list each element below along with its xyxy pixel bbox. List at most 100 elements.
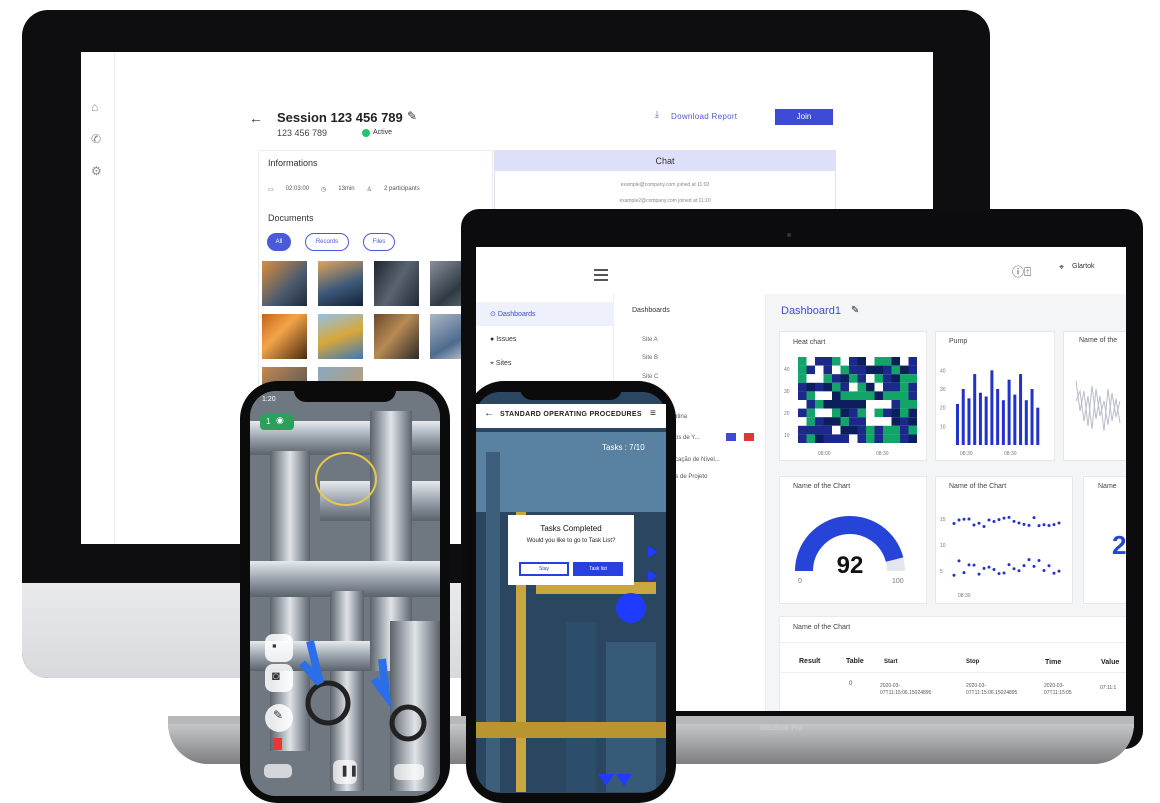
scatter-point [972, 563, 976, 567]
plant-photo [476, 392, 666, 793]
heatmap-cell [891, 425, 900, 435]
heatmap-cell [874, 357, 883, 366]
heatmap-cell [832, 434, 841, 443]
gear-icon[interactable]: ⚙ [91, 164, 102, 178]
heatmap-cell [832, 374, 841, 383]
heatmap-cell [815, 357, 824, 366]
nav-dashboards[interactable]: ⊙ Dashboards [490, 310, 536, 318]
scatter-point [1002, 571, 1006, 575]
back-arrow-icon[interactable]: ← [249, 110, 263, 126]
task-list-button[interactable]: Task list [573, 562, 623, 576]
heatmap-cell [798, 434, 807, 443]
heatmap-cell [874, 374, 883, 383]
gauge-min: 0 [798, 578, 802, 585]
nav-issues[interactable]: ● Issues [490, 336, 516, 343]
site-item[interactable]: Site B [642, 355, 658, 361]
document-thumbnail[interactable] [374, 314, 419, 359]
kpi-value: 2 [1112, 530, 1126, 560]
delete-badge-icon[interactable] [744, 433, 754, 441]
pencil-icon: ✎ [273, 708, 284, 722]
heatmap-cell [849, 400, 858, 409]
edit-badge-icon[interactable] [726, 433, 736, 441]
heatmap-cell [857, 374, 866, 383]
nav-dashboards-label: Dashboards [497, 311, 536, 318]
nav-sites[interactable]: ⌖ Sites [490, 360, 511, 368]
info-icon[interactable]: ⓘ⍐ [1012, 263, 1031, 280]
y-tick-label: 10 [940, 543, 946, 549]
menu-icon[interactable] [594, 269, 608, 281]
phone-right-screen [476, 392, 666, 793]
heatmap-cell [840, 434, 849, 443]
document-thumbnail[interactable] [318, 261, 363, 306]
bar [1001, 400, 1005, 445]
home-icon[interactable]: ⌂ [91, 100, 98, 114]
heatmap-cell [832, 408, 841, 418]
scatter-point [977, 572, 981, 576]
heatmap-cell [815, 400, 824, 409]
divider [779, 672, 1126, 673]
table-cell: 2020-03-07T11:15:06.15024895 [880, 683, 932, 696]
filter-files[interactable]: Files [363, 233, 395, 251]
x-tick-label: 08:30 [960, 451, 973, 457]
scatter-point [1047, 524, 1051, 528]
heatmap-cell [806, 382, 815, 392]
info-date: 02:03:00 [285, 186, 310, 192]
download-report-button[interactable]: Download Report [671, 112, 737, 121]
pipe [486, 452, 500, 792]
chat-message: example2@company.com joined at 11:10 [619, 198, 711, 204]
hangup-button[interactable] [394, 764, 424, 780]
y-tick-label: 10 [940, 424, 946, 430]
document-thumbnail[interactable] [262, 261, 307, 306]
bar [1007, 379, 1011, 445]
menu-icon[interactable]: ≡ [650, 408, 656, 419]
heatmap-cell [806, 434, 815, 443]
site-item[interactable]: Site A [642, 337, 658, 343]
heatmap-cell [866, 434, 875, 443]
scatter-point [962, 517, 966, 521]
color-swatch-icon[interactable] [273, 738, 282, 750]
heatmap-cell [798, 417, 807, 426]
heatmap-cell [866, 408, 875, 418]
heatmap-cell [900, 425, 909, 435]
heatmap-cell [891, 417, 900, 426]
heatmap-cell [900, 357, 909, 366]
scatter-point [1022, 522, 1026, 526]
site-item[interactable]: Site C [642, 374, 658, 380]
heatmap-cell [815, 417, 824, 426]
back-arrow-icon[interactable]: ← [484, 408, 494, 419]
scatter-point [952, 521, 956, 525]
documents-title: Documents [268, 213, 314, 223]
edit-pencil-icon[interactable]: ✎ [407, 109, 417, 123]
heatmap-cell [883, 357, 892, 366]
desktop-sidebar: ⌂ ✆ ⚙ [81, 52, 115, 544]
eye-badge-count: 1 [266, 417, 271, 426]
scatter-point [977, 521, 981, 525]
document-thumbnail[interactable] [374, 261, 419, 306]
edit-pencil-icon[interactable]: ✎ [851, 305, 859, 316]
stay-button[interactable]: Stay [519, 562, 569, 576]
heatmap-cell [883, 408, 892, 418]
document-thumbnail[interactable] [318, 314, 363, 359]
chat-tool-button[interactable] [265, 634, 293, 662]
document-thumbnail[interactable] [262, 314, 307, 359]
phone-icon[interactable]: ✆ [91, 132, 101, 146]
y-tick-label: 20 [940, 406, 946, 412]
scatter-point [967, 517, 971, 521]
scatter-point [1037, 524, 1041, 528]
status-dot-icon [362, 129, 370, 137]
ar-marker[interactable] [616, 593, 646, 623]
layers-button[interactable] [264, 764, 292, 778]
filter-records[interactable]: Records [305, 233, 349, 251]
panel-title: Name of the Chart [793, 483, 851, 490]
bar [961, 389, 965, 445]
scatter-point [987, 518, 991, 522]
heatmap-cell [891, 434, 900, 443]
sop-title: STANDARD OPERATING PROCEDURES [500, 411, 642, 418]
scatter-point [1032, 564, 1036, 568]
join-button[interactable]: Join [775, 109, 833, 125]
status-time: 1:20 [262, 396, 276, 403]
scatter-point [1042, 523, 1046, 527]
line-chart [1075, 380, 1121, 432]
table-cell: 2020-03-07T11:15:05 [1044, 683, 1072, 696]
filter-all[interactable]: All [267, 233, 291, 251]
